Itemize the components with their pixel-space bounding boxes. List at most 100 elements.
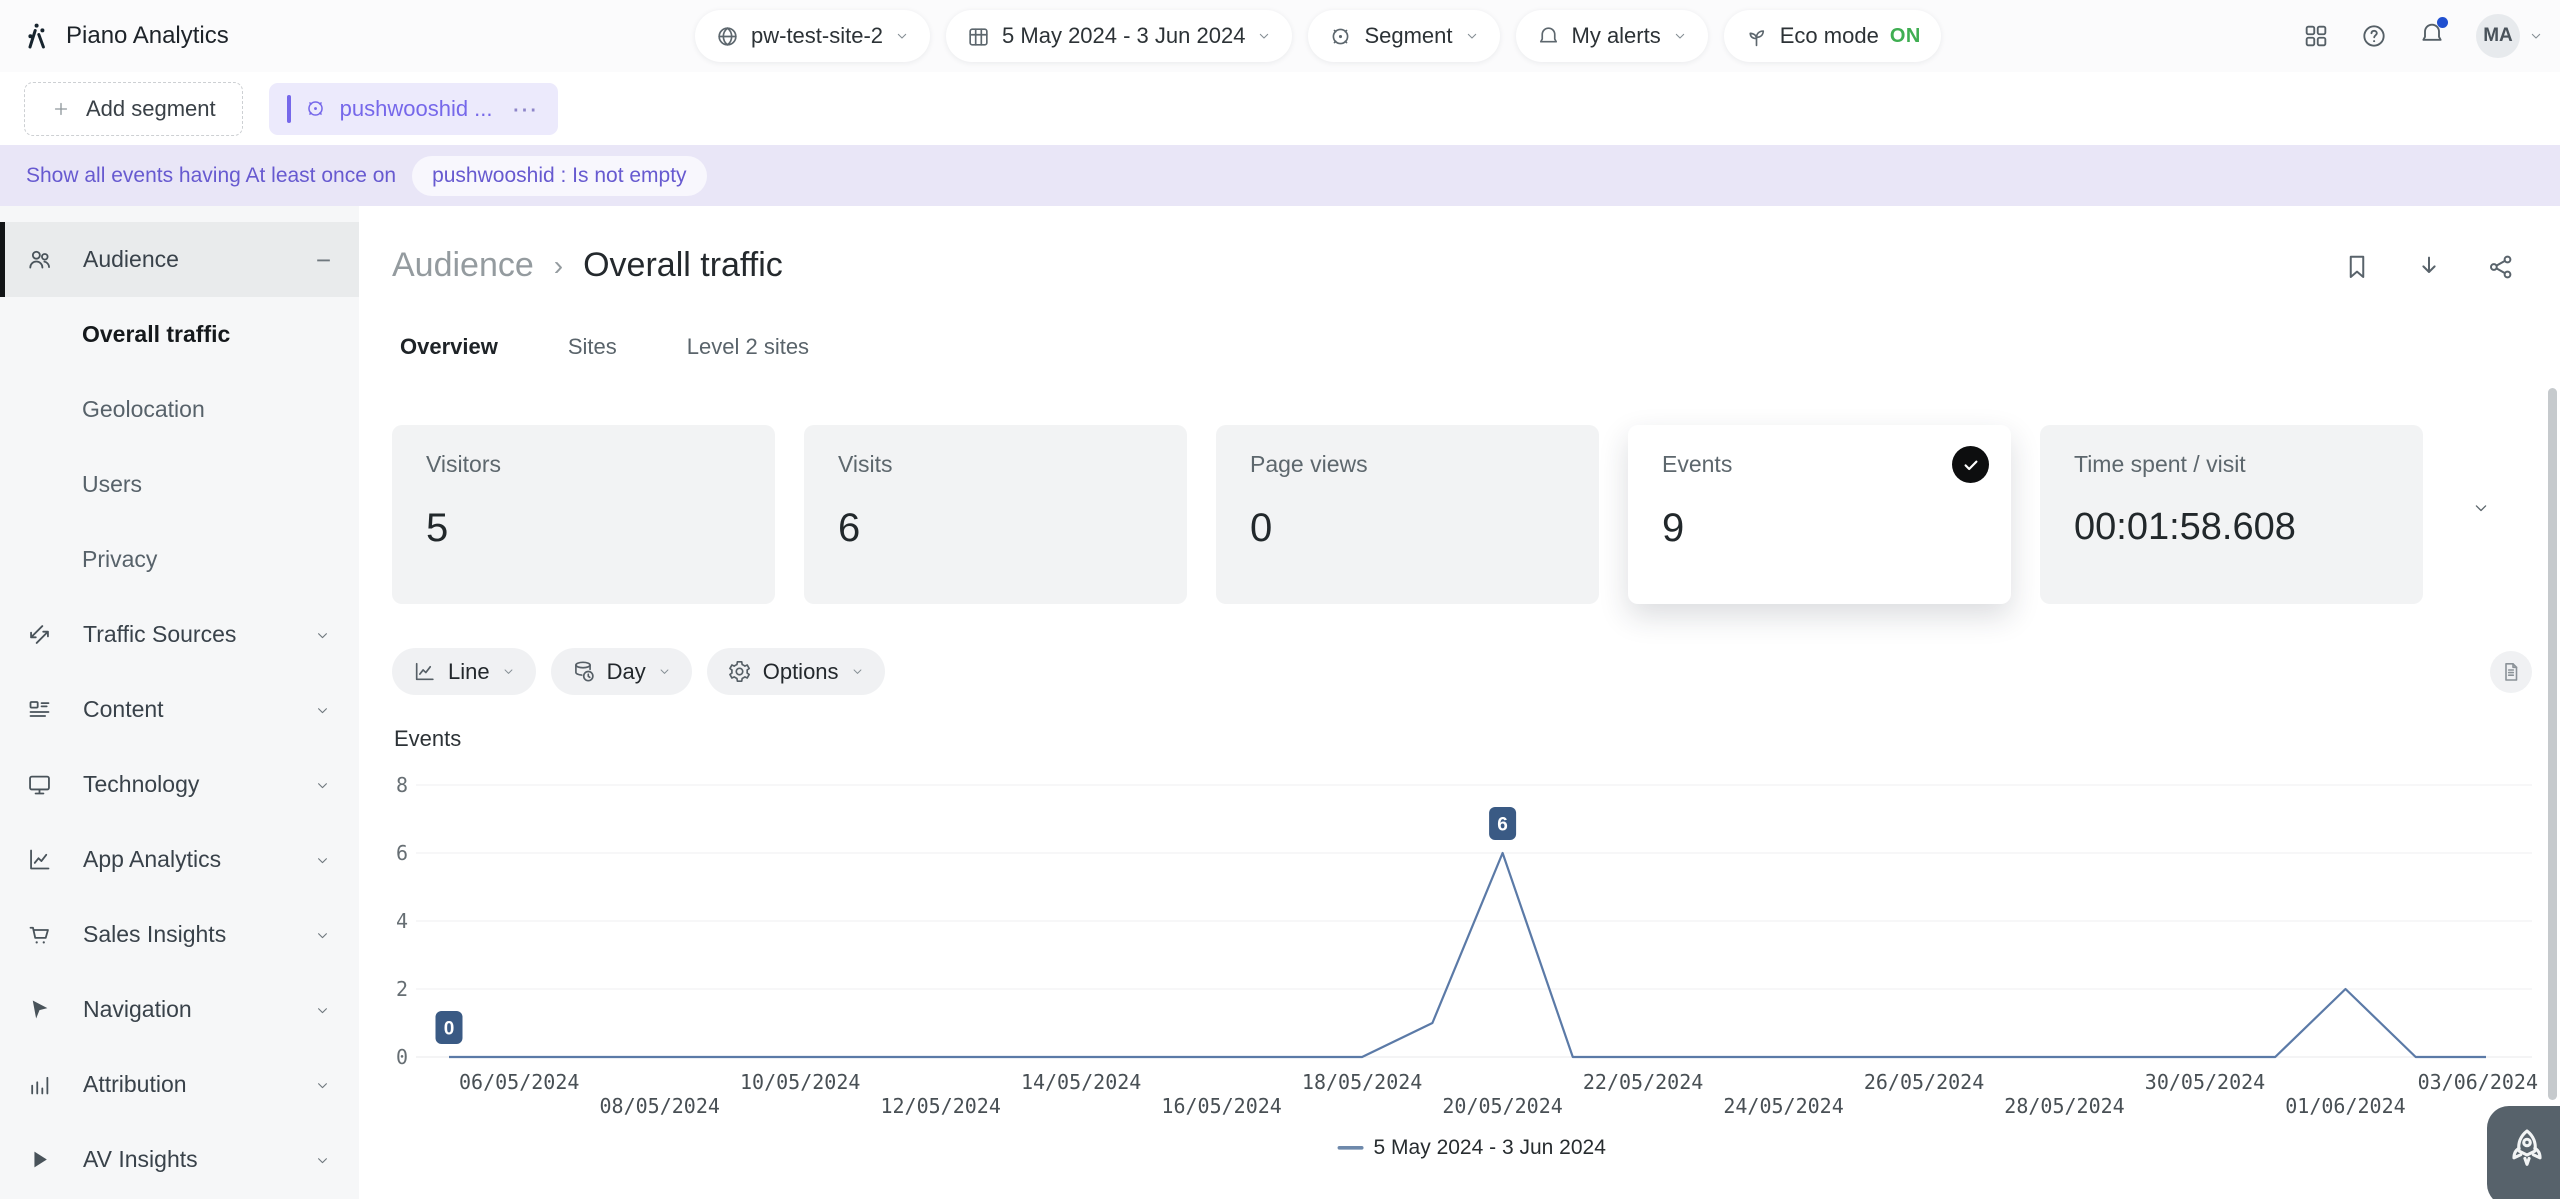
breadcrumb: Audience › Overall traffic [392, 246, 783, 285]
metric-card-events[interactable]: Events9 [1628, 425, 2011, 604]
svg-text:0: 0 [396, 1045, 408, 1069]
sidebar-section-traffic-sources[interactable]: Traffic Sources [0, 597, 359, 672]
chart-controls: Line Day Options [392, 648, 885, 695]
chevron-down-icon [657, 664, 672, 679]
notification-dot [2437, 17, 2448, 28]
sidebar-section-navigation[interactable]: Navigation [0, 972, 359, 1047]
chevron [314, 777, 331, 794]
chart-control-line[interactable]: Line [392, 648, 536, 695]
metric-label: Events [1662, 451, 1977, 478]
svg-text:14/05/2024: 14/05/2024 [1021, 1070, 1141, 1094]
metric-cards: Visitors5Visits6Page views0Events9 Time … [392, 425, 2423, 604]
document-icon [2499, 660, 2523, 684]
sidebar-section-sales-insights[interactable]: Sales Insights [0, 897, 359, 972]
chart-control-label: Options [763, 659, 839, 685]
assistant-rocket-button[interactable] [2487, 1106, 2560, 1199]
chevron-down-icon [2528, 28, 2544, 44]
calendar-icon [966, 24, 991, 49]
user-menu[interactable]: MA [2476, 14, 2544, 58]
chart-legend: 5 May 2024 - 3 Jun 2024 [1338, 1136, 1607, 1159]
navigation-icon [26, 996, 53, 1023]
sidebar-section-technology[interactable]: Technology [0, 747, 359, 822]
tab-level-2-sites[interactable]: Level 2 sites [687, 334, 809, 368]
page-actions [2342, 252, 2516, 282]
piano-analytics-app: Piano Analytics pw-test-site-2 5 May 202… [0, 0, 2560, 1199]
add-segment-button[interactable]: Add segment [24, 82, 243, 136]
site-selector-label: pw-test-site-2 [751, 23, 883, 49]
sidebar-section-app-analytics[interactable]: App Analytics [0, 822, 359, 897]
chart-control-day[interactable]: Day [551, 648, 692, 695]
share-icon[interactable] [2486, 252, 2516, 282]
svg-text:10/05/2024: 10/05/2024 [740, 1070, 860, 1094]
help-icon[interactable] [2360, 22, 2388, 50]
sidebar-item-privacy[interactable]: Privacy [0, 522, 359, 597]
filter-description: Show all events having At least once on [26, 164, 396, 188]
metric-card-visits[interactable]: Visits6 [804, 425, 1187, 604]
technology-icon [26, 771, 53, 798]
download-icon[interactable] [2414, 252, 2444, 282]
chevron [314, 927, 331, 944]
sidebar-item-geolocation[interactable]: Geolocation [0, 372, 359, 447]
chart-control-options[interactable]: Options [707, 648, 885, 695]
chip-accent-bar [287, 95, 291, 123]
notifications-button[interactable] [2418, 20, 2446, 53]
globe-icon [715, 24, 740, 49]
check-icon [1961, 455, 1981, 475]
options-gear-icon [727, 659, 752, 684]
data-table-toggle-button[interactable] [2490, 651, 2532, 693]
apps-grid-icon[interactable] [2302, 22, 2330, 50]
segment-target-icon [1328, 24, 1353, 49]
filter-condition-pill[interactable]: pushwooshid : Is not empty [412, 156, 706, 196]
vertical-scrollbar[interactable] [2548, 388, 2557, 1100]
svg-text:03/06/2024: 03/06/2024 [2418, 1070, 2538, 1094]
breadcrumb-separator: › [554, 250, 563, 282]
add-segment-label: Add segment [86, 96, 216, 122]
metric-label: Visits [838, 451, 1153, 478]
svg-text:6: 6 [396, 841, 408, 865]
my-alerts[interactable]: My alerts [1516, 10, 1708, 62]
top-bar-actions: MA [2302, 10, 2544, 62]
collapse-minus-icon[interactable]: − [316, 247, 331, 273]
svg-text:2: 2 [396, 977, 408, 1001]
sidebar-item-users[interactable]: Users [0, 447, 359, 522]
metric-card-time-spent-visit[interactable]: Time spent / visit00:01:58.608 [2040, 425, 2423, 604]
brand[interactable]: Piano Analytics [22, 10, 229, 62]
breadcrumb-parent[interactable]: Audience [392, 246, 534, 285]
segment-chip-more-button[interactable]: ⋯ [512, 104, 540, 114]
chevron [314, 852, 331, 869]
sidebar-section-label: AV Insights [83, 1146, 314, 1173]
point-value-badge: 6 [1489, 807, 1516, 840]
sidebar-section-audience[interactable]: Audience− [0, 222, 359, 297]
svg-text:06/05/2024: 06/05/2024 [459, 1070, 579, 1094]
svg-text:0: 0 [444, 1019, 455, 1040]
brand-label: Piano Analytics [66, 22, 229, 50]
svg-text:5 May 2024 - 3 Jun 2024: 5 May 2024 - 3 Jun 2024 [1374, 1136, 1607, 1159]
plus-icon [51, 99, 71, 119]
eco-mode-toggle[interactable]: Eco mode ON [1724, 10, 1941, 62]
chart-control-label: Day [607, 659, 646, 685]
date-range-label: 5 May 2024 - 3 Jun 2024 [1002, 23, 1245, 49]
metric-card-visitors[interactable]: Visitors5 [392, 425, 775, 604]
chevron-down-icon [894, 28, 910, 44]
date-range-picker[interactable]: 5 May 2024 - 3 Jun 2024 [946, 10, 1292, 62]
svg-text:01/06/2024: 01/06/2024 [2285, 1094, 2405, 1118]
rocket-icon [2504, 1126, 2550, 1172]
sidebar-section-av-insights[interactable]: AV Insights [0, 1122, 359, 1197]
traffic-sources-icon [26, 621, 53, 648]
segment-selector[interactable]: Segment [1308, 10, 1499, 62]
events-line-chart[interactable]: Events0246806/05/202408/05/202410/05/202… [392, 722, 2540, 1199]
segment-chip-pushwooshid[interactable]: pushwooshid ... ⋯ [269, 83, 558, 135]
bell-icon [1536, 24, 1561, 49]
sidebar-section-attribution[interactable]: Attribution [0, 1047, 359, 1122]
eco-leaf-icon [1744, 24, 1769, 49]
metric-card-page-views[interactable]: Page views0 [1216, 425, 1599, 604]
bookmark-icon[interactable] [2342, 252, 2372, 282]
tab-sites[interactable]: Sites [568, 334, 617, 368]
tab-overview[interactable]: Overview [400, 334, 498, 368]
site-selector[interactable]: pw-test-site-2 [695, 10, 930, 62]
sidebar-item-overall-traffic[interactable]: Overall traffic [0, 297, 359, 372]
app-analytics-icon [26, 846, 53, 873]
metrics-expand-chevron-icon[interactable] [2471, 498, 2491, 518]
sidebar-section-content[interactable]: Content [0, 672, 359, 747]
metric-label: Time spent / visit [2074, 451, 2389, 478]
